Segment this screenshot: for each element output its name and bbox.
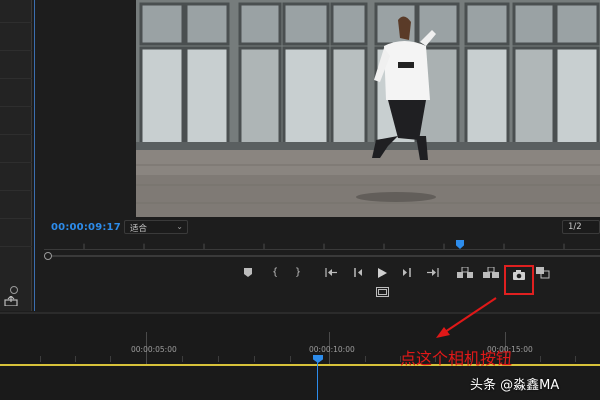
- timeline-tick-label: 00:00:05:00: [131, 345, 177, 354]
- video-frame: [136, 0, 600, 217]
- timeline-playhead-line: [317, 362, 318, 400]
- step-back-icon[interactable]: [349, 268, 365, 282]
- scrollbar-track: [50, 255, 600, 257]
- zoom-fit-value: 适合: [130, 224, 148, 234]
- monitor-time-ruler[interactable]: [44, 240, 600, 250]
- extract-icon[interactable]: [482, 267, 500, 281]
- zoom-fit-dropdown[interactable]: 适合 ⌄: [124, 220, 188, 234]
- add-marker-icon[interactable]: [240, 268, 256, 282]
- mark-out-icon[interactable]: }: [290, 268, 306, 282]
- comparison-view-icon[interactable]: [535, 267, 551, 281]
- lift-icon[interactable]: [456, 267, 474, 281]
- playback-resolution-value: 1/2: [568, 222, 582, 232]
- safe-margins-icon[interactable]: [374, 287, 390, 301]
- annotation-arrow: [436, 297, 497, 338]
- panel-zoom-knob[interactable]: [10, 286, 18, 294]
- go-to-out-icon[interactable]: [425, 268, 441, 282]
- timeline-tick-label: 00:00:10:00: [309, 345, 355, 354]
- project-panel-strip: [0, 0, 32, 311]
- play-icon[interactable]: [374, 268, 390, 282]
- scrollbar-knob[interactable]: [44, 252, 52, 260]
- step-forward-icon[interactable]: [400, 268, 416, 282]
- watermark-text: 头条 @淼鑫MA: [470, 378, 560, 393]
- camera-button-highlight: [504, 265, 534, 295]
- chevron-down-icon: ⌄: [176, 222, 183, 231]
- playback-resolution-dropdown[interactable]: 1/2: [562, 220, 600, 234]
- playhead-timecode[interactable]: 00:00:09:17: [51, 222, 121, 233]
- annotation-caption: 点这个相机按钮: [400, 349, 513, 368]
- monitor-zoom-scrollbar[interactable]: [44, 252, 600, 260]
- export-icon[interactable]: [4, 296, 18, 306]
- go-to-in-icon[interactable]: [323, 268, 339, 282]
- mark-in-icon[interactable]: {: [267, 268, 283, 282]
